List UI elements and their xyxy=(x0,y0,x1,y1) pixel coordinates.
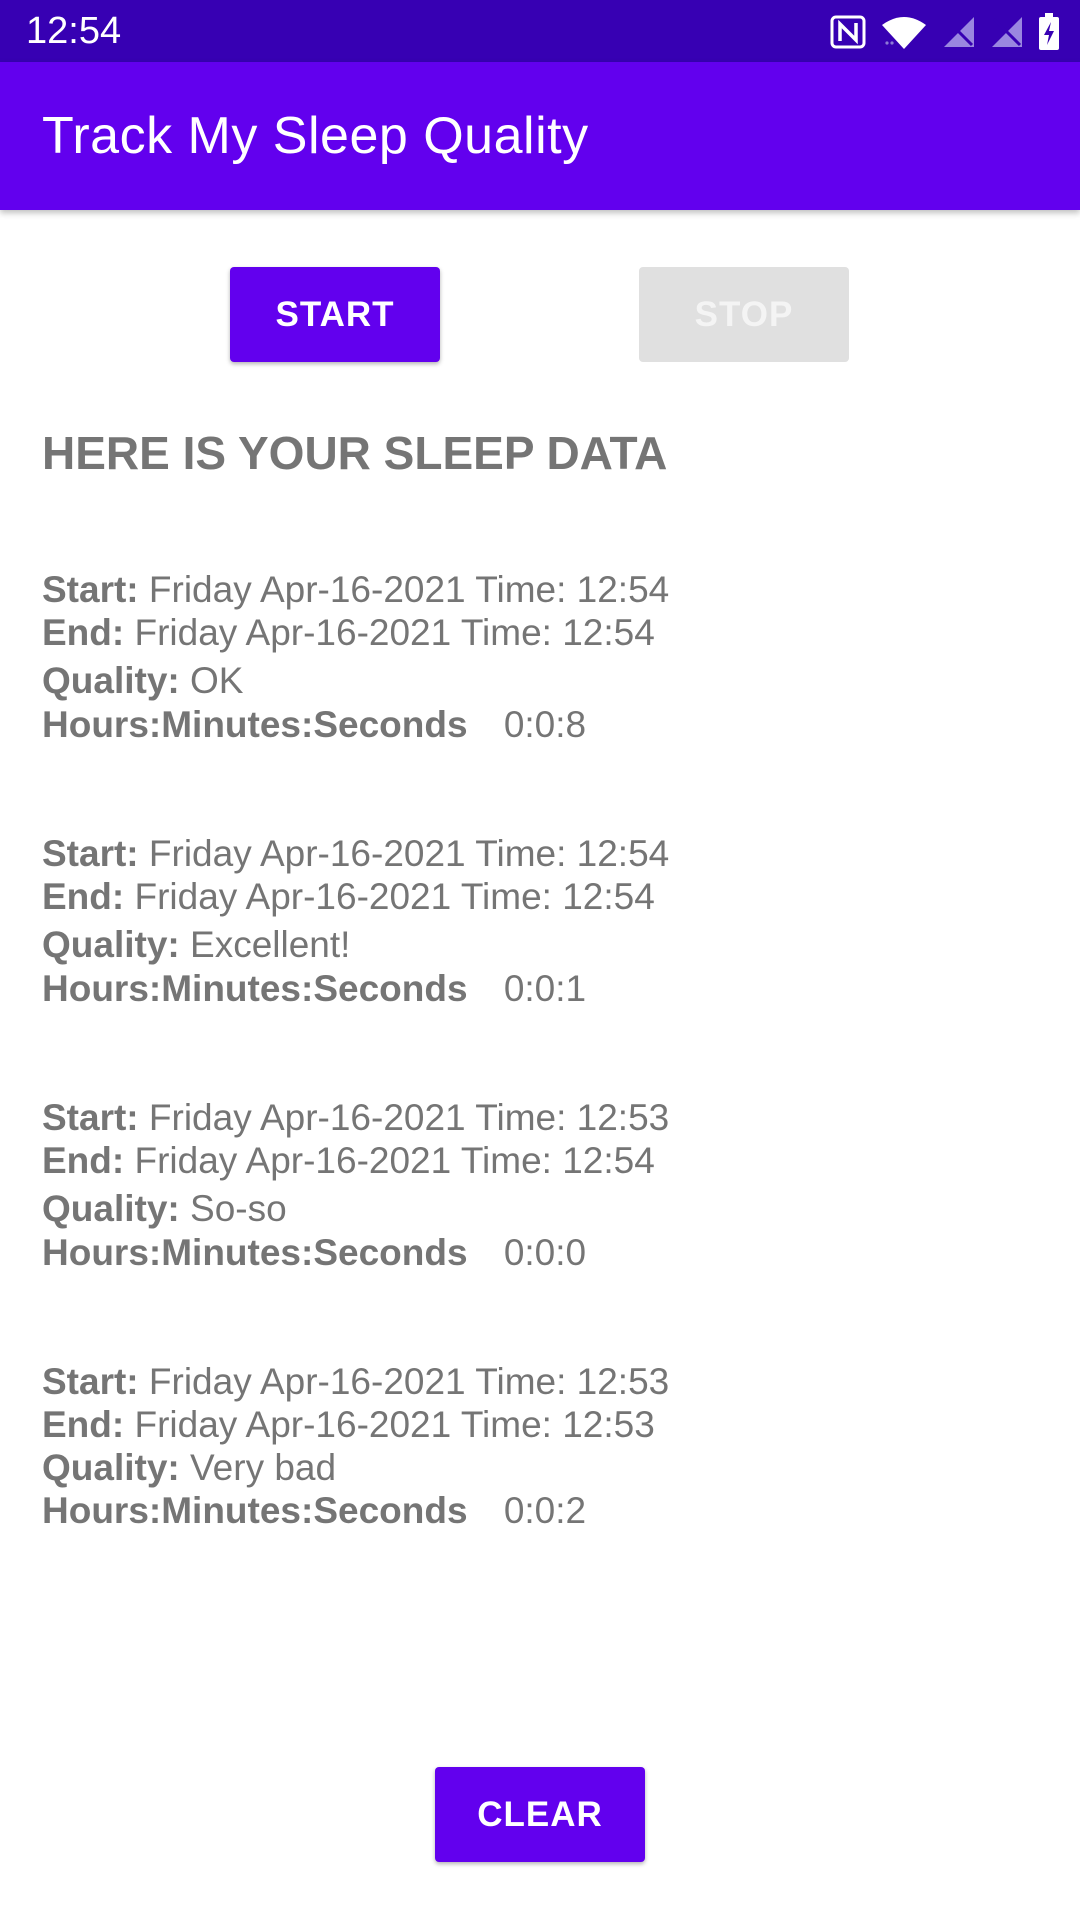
duration-label: Hours:Minutes:Seconds xyxy=(42,1490,468,1531)
end-label: End: xyxy=(42,1140,125,1181)
start-value: Friday Apr-16-2021 Time: 12:54 xyxy=(148,833,670,874)
quality-value: So-so xyxy=(190,1188,287,1229)
entry-start-line: Start: Friday Apr-16-2021 Time: 12:54 xyxy=(42,568,669,612)
start-label: Start: xyxy=(42,569,139,610)
entry-start-line: Start: Friday Apr-16-2021 Time: 12:54 xyxy=(42,832,669,876)
duration-value: 0:0:2 xyxy=(503,1490,587,1531)
quality-label: Quality: xyxy=(42,1188,180,1229)
quality-label: Quality: xyxy=(42,1447,180,1488)
start-value: Friday Apr-16-2021 Time: 12:54 xyxy=(148,569,670,610)
entry-quality-line: Quality: So-so xyxy=(42,1187,287,1231)
no-signal-icon xyxy=(990,15,1024,49)
duration-label: Hours:Minutes:Seconds xyxy=(42,704,468,745)
wifi-icon xyxy=(880,15,928,49)
clear-button[interactable]: CLEAR xyxy=(435,1767,645,1862)
end-label: End: xyxy=(42,612,125,653)
entry-duration-line: Hours:Minutes:Seconds 0:0:8 xyxy=(42,703,586,747)
stop-button[interactable]: STOP xyxy=(639,267,849,362)
entry-end-line: End: Friday Apr-16-2021 Time: 12:54 xyxy=(42,1139,655,1183)
status-time: 12:54 xyxy=(26,10,122,52)
end-label: End: xyxy=(42,1404,125,1445)
entry-quality-line: Quality: Very bad xyxy=(42,1446,336,1490)
end-label: End: xyxy=(42,876,125,917)
start-label: Start: xyxy=(42,1361,139,1402)
entry-duration-line: Hours:Minutes:Seconds 0:0:0 xyxy=(42,1231,586,1275)
status-icons xyxy=(830,12,1060,52)
start-label: Start: xyxy=(42,833,139,874)
end-value: Friday Apr-16-2021 Time: 12:54 xyxy=(134,1140,655,1181)
app-title: Track My Sleep Quality xyxy=(42,107,589,165)
quality-value: Excellent! xyxy=(190,924,351,965)
start-button[interactable]: START xyxy=(230,267,440,362)
duration-label: Hours:Minutes:Seconds xyxy=(42,1232,468,1273)
entry-start-line: Start: Friday Apr-16-2021 Time: 12:53 xyxy=(42,1360,669,1404)
no-signal-icon xyxy=(942,15,976,49)
entry-duration-line: Hours:Minutes:Seconds 0:0:2 xyxy=(42,1489,586,1533)
quality-value: OK xyxy=(190,660,244,701)
end-value: Friday Apr-16-2021 Time: 12:54 xyxy=(134,876,655,917)
entry-end-line: End: Friday Apr-16-2021 Time: 12:54 xyxy=(42,875,655,919)
status-bar: 12:54 xyxy=(0,0,1080,62)
quality-label: Quality: xyxy=(42,924,180,965)
duration-value: 0:0:8 xyxy=(503,704,587,745)
entry-quality-line: Quality: Excellent! xyxy=(42,923,350,967)
screen: 12:54 Track My Sleep Quality START STOP … xyxy=(0,0,1080,1920)
entry-duration-line: Hours:Minutes:Seconds 0:0:1 xyxy=(42,967,586,1011)
start-value: Friday Apr-16-2021 Time: 12:53 xyxy=(148,1361,670,1402)
duration-label: Hours:Minutes:Seconds xyxy=(42,968,468,1009)
end-value: Friday Apr-16-2021 Time: 12:54 xyxy=(134,612,655,653)
end-value: Friday Apr-16-2021 Time: 12:53 xyxy=(134,1404,655,1445)
sleep-data-heading: HERE IS YOUR SLEEP DATA xyxy=(42,427,668,479)
entry-start-line: Start: Friday Apr-16-2021 Time: 12:53 xyxy=(42,1096,669,1140)
entry-end-line: End: Friday Apr-16-2021 Time: 12:53 xyxy=(42,1403,655,1447)
app-bar: Track My Sleep Quality xyxy=(0,62,1080,210)
start-value: Friday Apr-16-2021 Time: 12:53 xyxy=(148,1097,670,1138)
duration-value: 0:0:1 xyxy=(503,968,587,1009)
quality-value: Very bad xyxy=(190,1447,337,1488)
battery-charging-icon xyxy=(1038,13,1060,51)
quality-label: Quality: xyxy=(42,660,180,701)
start-label: Start: xyxy=(42,1097,139,1138)
entry-quality-line: Quality: OK xyxy=(42,659,244,703)
entry-end-line: End: Friday Apr-16-2021 Time: 12:54 xyxy=(42,611,655,655)
nfc-icon xyxy=(830,15,866,49)
duration-value: 0:0:0 xyxy=(503,1232,587,1273)
